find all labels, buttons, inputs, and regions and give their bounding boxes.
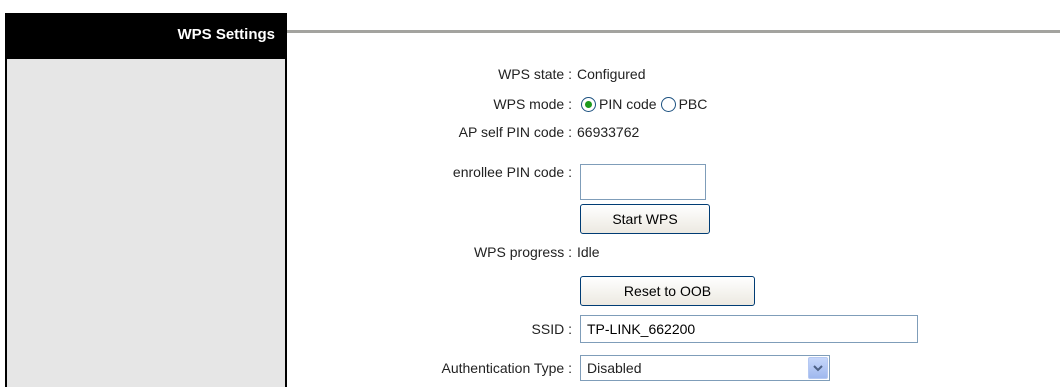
auth-type-label: Authentication Type :: [441, 360, 573, 376]
header-divider: [287, 30, 1060, 33]
wps-mode-label: WPS mode :: [493, 96, 572, 112]
wps-progress-label: WPS progress :: [473, 244, 572, 260]
wps-state-value: Configured: [577, 66, 646, 82]
auth-type-selected-value: Disabled: [587, 360, 642, 376]
left-column: [5, 13, 287, 387]
enrollee-pin-input[interactable]: [580, 164, 706, 200]
wps-mode-radio-group: PIN code PBC: [581, 94, 711, 114]
reset-to-oob-button[interactable]: Reset to OOB: [580, 276, 755, 306]
wps-progress-row: WPS progress : Idle: [287, 239, 1060, 265]
ap-self-pin-value: 66933762: [577, 124, 640, 140]
start-wps-button[interactable]: Start WPS: [580, 204, 710, 234]
enrollee-pin-label: enrollee PIN code :: [452, 164, 572, 180]
radio-selected-dot: [585, 100, 592, 108]
pbc-radio[interactable]: [660, 96, 676, 112]
ssid-label: SSID :: [531, 321, 572, 337]
wps-settings-page: WPS Settings WPS state : Configured WPS …: [0, 0, 1060, 387]
pin-code-radio-label[interactable]: PIN code: [599, 96, 657, 112]
ap-self-pin-row: AP self PIN code : 66933762: [287, 119, 1060, 145]
wps-state-label: WPS state :: [498, 66, 572, 82]
wps-mode-row: WPS mode : PIN code PBC: [287, 91, 1060, 117]
pin-code-radio[interactable]: [581, 96, 596, 112]
ssid-input[interactable]: [580, 315, 918, 343]
wps-state-row: WPS state : Configured: [287, 61, 1060, 87]
ap-self-pin-label: AP self PIN code :: [458, 124, 572, 140]
chevron-down-icon[interactable]: [808, 357, 828, 379]
auth-type-select[interactable]: Disabled: [580, 355, 830, 381]
pbc-radio-label[interactable]: PBC: [679, 96, 708, 112]
wps-progress-value: Idle: [577, 244, 600, 260]
section-title: WPS Settings: [5, 13, 287, 59]
